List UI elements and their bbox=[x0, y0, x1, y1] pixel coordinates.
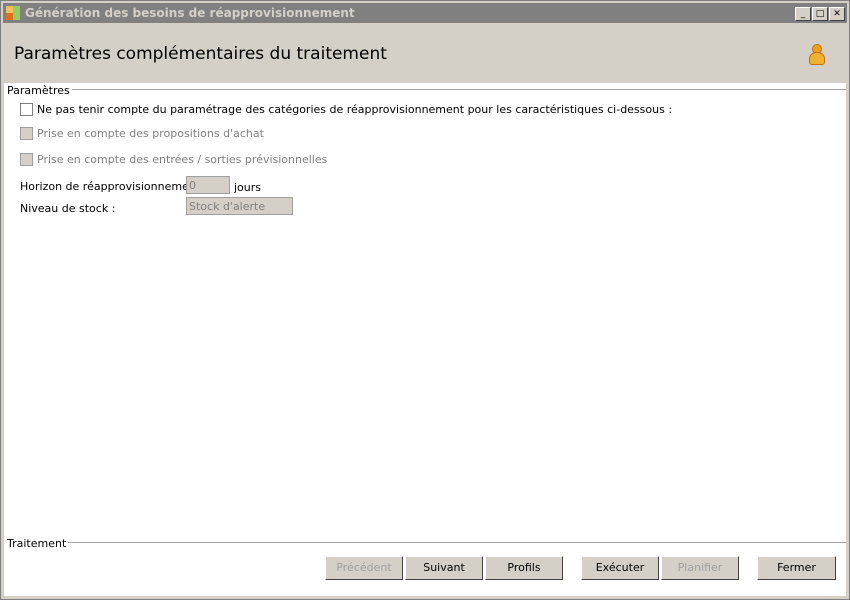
achat-checkbox[interactable] bbox=[20, 127, 33, 140]
close-button[interactable]: ✕ bbox=[829, 7, 845, 21]
traitement-divider bbox=[60, 542, 846, 543]
planifier-button[interactable]: Planifier bbox=[661, 556, 739, 580]
niveau-stock-field[interactable]: Stock d'alerte bbox=[186, 197, 293, 215]
ignore-categories-checkbox[interactable] bbox=[20, 103, 33, 116]
title-bar: Génération des besoins de réapprovisionn… bbox=[3, 3, 847, 23]
ignore-categories-label: Ne pas tenir compte du paramétrage des c… bbox=[37, 103, 673, 116]
parametres-divider bbox=[60, 89, 846, 90]
page-header: Paramètres complémentaires du traitement bbox=[3, 24, 847, 84]
precedent-button[interactable]: Précédent bbox=[325, 556, 403, 580]
user-icon[interactable] bbox=[807, 44, 825, 66]
fermer-button[interactable]: Fermer bbox=[757, 556, 836, 580]
entrees-sorties-label: Prise en compte des entrées / sorties pr… bbox=[37, 153, 328, 166]
window-title: Génération des besoins de réapprovisionn… bbox=[25, 6, 355, 20]
parametres-panel bbox=[4, 83, 846, 536]
executer-button[interactable]: Exécuter bbox=[581, 556, 659, 580]
suivant-button[interactable]: Suivant bbox=[405, 556, 483, 580]
maximize-button[interactable]: □ bbox=[812, 7, 828, 21]
entrees-sorties-checkbox[interactable] bbox=[20, 153, 33, 166]
minimize-button[interactable]: _ bbox=[795, 7, 811, 21]
achat-label: Prise en compte des propositions d'achat bbox=[37, 127, 264, 140]
page-title: Paramètres complémentaires du traitement bbox=[14, 44, 387, 64]
horizon-label: Horizon de réapprovisionnement : bbox=[20, 180, 208, 193]
traitement-group-label: Traitement bbox=[7, 537, 69, 550]
horizon-input[interactable]: 0 bbox=[186, 176, 230, 194]
parametres-group-label: Paramètres bbox=[7, 84, 72, 97]
app-icon bbox=[6, 6, 20, 20]
niveau-stock-label: Niveau de stock : bbox=[20, 202, 116, 215]
profils-button[interactable]: Profils bbox=[485, 556, 563, 580]
horizon-unit-label: jours bbox=[234, 181, 262, 194]
